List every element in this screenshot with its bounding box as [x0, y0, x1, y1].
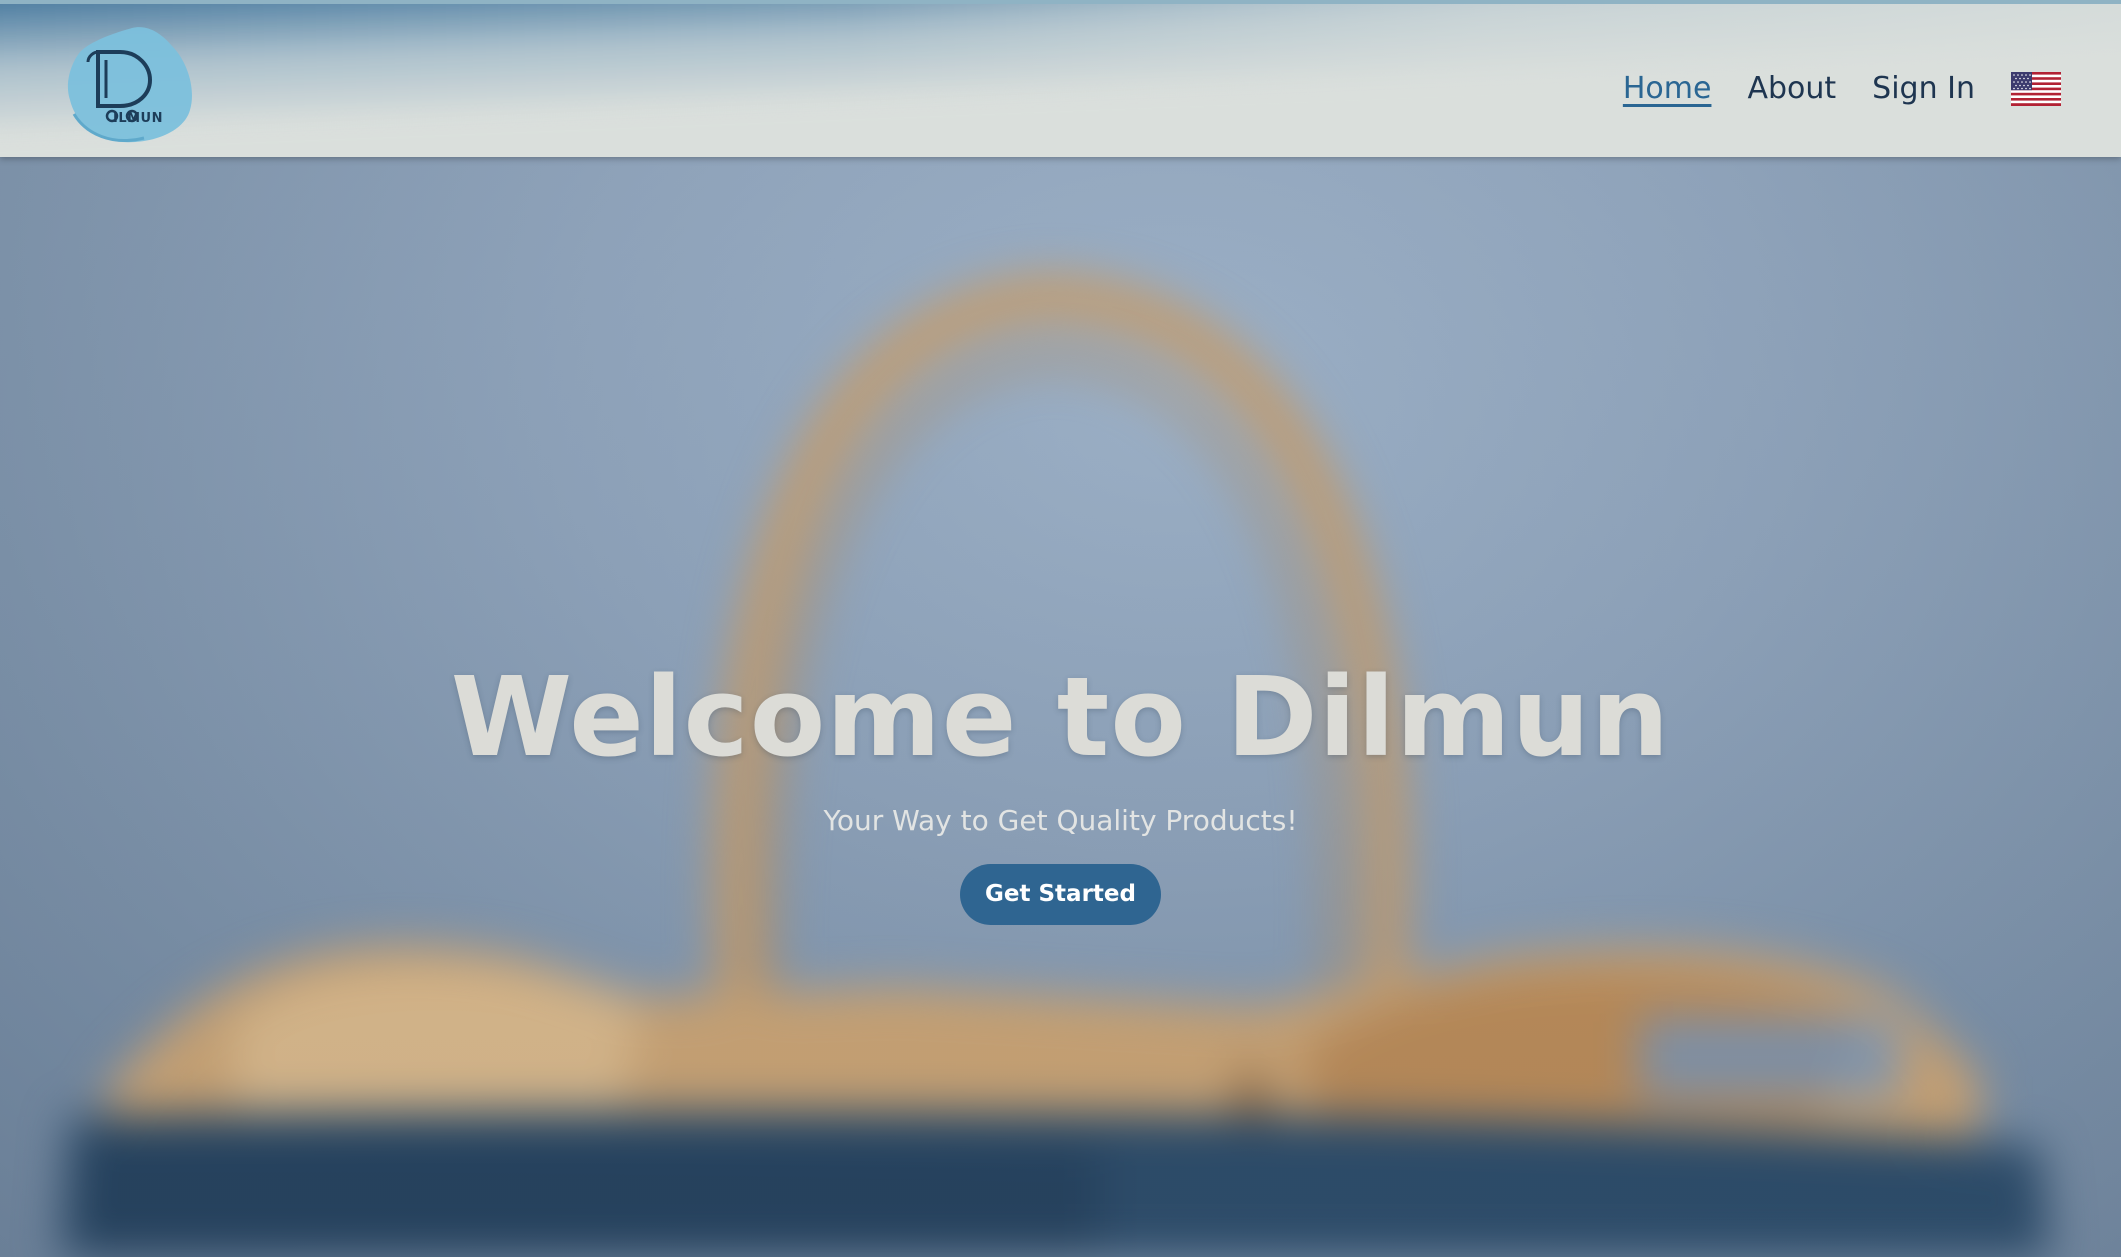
- logo-icon: [67, 27, 192, 143]
- get-started-button[interactable]: Get Started: [960, 863, 1161, 926]
- nav-sign-in-link[interactable]: Sign In: [1872, 74, 1975, 104]
- logo-text: ILMUN: [113, 111, 163, 126]
- main-nav: Home About Sign In: [1623, 72, 2061, 106]
- hero-subtitle: Your Way to Get Quality Products!: [823, 804, 1298, 837]
- hero-title: Welcome to Dilmun: [450, 653, 1671, 781]
- site-logo[interactable]: ILMUN: [62, 22, 202, 146]
- hero-section: Welcome to Dilmun Your Way to Get Qualit…: [0, 157, 2121, 1257]
- nav-home-link[interactable]: Home: [1623, 74, 1712, 104]
- nav-about-link[interactable]: About: [1747, 74, 1836, 104]
- page: ILMUN Home About Sign In Welcome to Dilm…: [0, 0, 2121, 1257]
- hero-content: Welcome to Dilmun Your Way to Get Qualit…: [0, 653, 2121, 926]
- us-flag-icon[interactable]: [2011, 72, 2061, 106]
- site-header: ILMUN Home About Sign In: [0, 0, 2121, 157]
